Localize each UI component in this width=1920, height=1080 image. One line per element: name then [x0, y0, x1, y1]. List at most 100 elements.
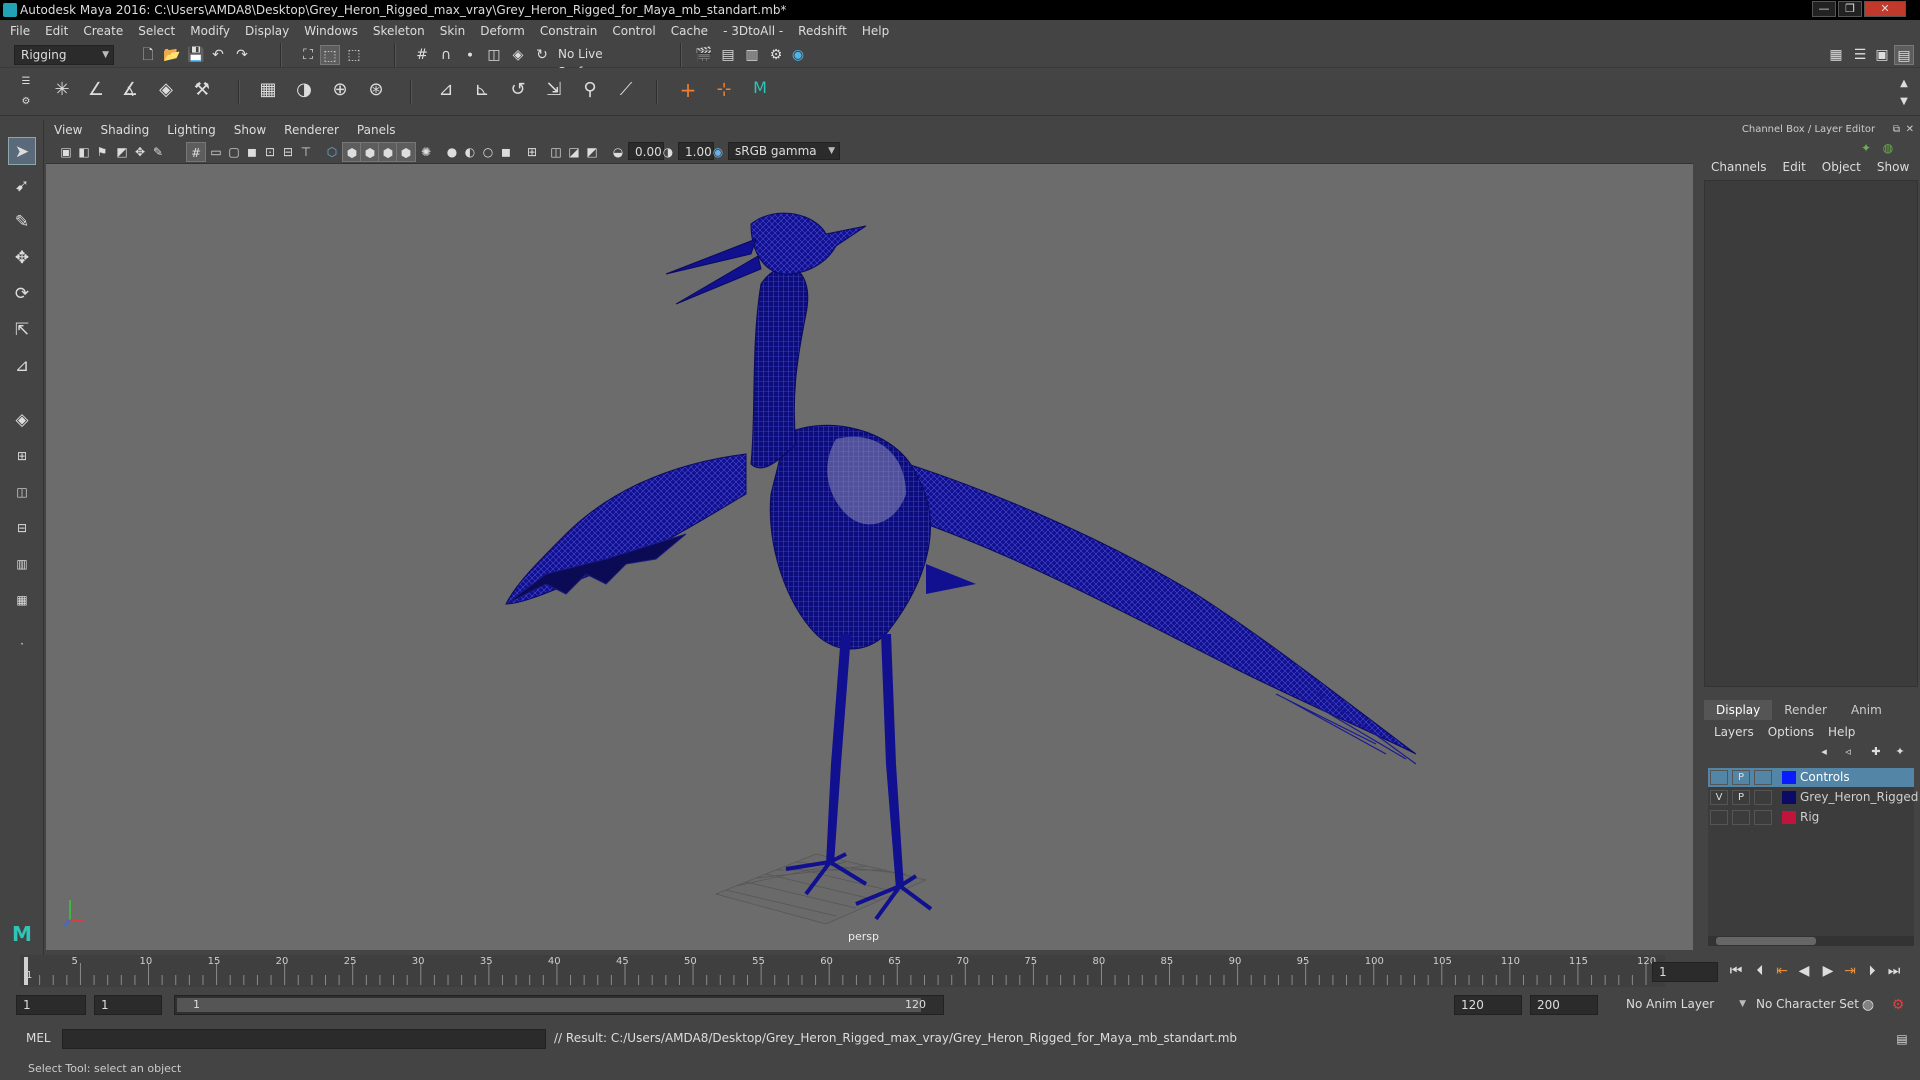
select-tool-icon[interactable]: ➤	[8, 137, 36, 165]
playback-start-field[interactable]: 1	[94, 995, 162, 1015]
anim-layer-dropdown[interactable]: No Anim Layer ▼	[1620, 995, 1750, 1015]
gamma-icon[interactable]: ◑	[658, 142, 678, 162]
color-management-icon[interactable]: ◉	[708, 142, 728, 162]
viewport-menu-shading[interactable]: Shading	[100, 123, 149, 137]
orient-constraint-icon[interactable]: ↺	[508, 80, 528, 100]
shelf-menu-icon[interactable]: ☰	[16, 72, 36, 92]
bind-skin-icon[interactable]: ◈	[156, 80, 176, 100]
two-d-pan-icon[interactable]: ✥	[130, 142, 150, 162]
select-hierarchy-icon[interactable]: ⛶	[298, 45, 318, 65]
play-forwards-icon[interactable]: ▶	[1818, 961, 1838, 981]
menu-3dtoall[interactable]: - 3DtoAll -	[723, 24, 783, 38]
layout-hypershade-icon[interactable]: ▦	[8, 586, 36, 614]
snap-curve-icon[interactable]: ∩	[436, 45, 456, 65]
live-surface-field[interactable]: No Live Surface	[552, 45, 644, 79]
script-editor-icon[interactable]: ▤	[1892, 1029, 1912, 1049]
parent-constraint-icon[interactable]: ⚲	[580, 80, 600, 100]
float-panel-icon[interactable]: ⧉	[1893, 120, 1900, 140]
wireframe-icon[interactable]: ⬡	[322, 142, 342, 162]
layer-playback-toggle[interactable]: P	[1732, 770, 1750, 785]
menu-windows[interactable]: Windows	[304, 24, 358, 38]
bookmark-icon[interactable]: ⚑	[92, 142, 112, 162]
options-menu[interactable]: Options	[1768, 722, 1814, 742]
menu-select[interactable]: Select	[138, 24, 175, 38]
last-tool-icon[interactable]: ⊿	[8, 352, 36, 380]
textured-icon[interactable]: ⬢	[378, 142, 398, 162]
viewport-menu-show[interactable]: Show	[234, 123, 266, 137]
ik-spline-icon[interactable]: ∡	[120, 80, 140, 100]
tab-render[interactable]: Render	[1772, 700, 1839, 720]
joint-tool-icon[interactable]: ✳	[52, 80, 72, 100]
move-layer-down-icon[interactable]: ◃	[1838, 742, 1858, 762]
layer-playback-toggle[interactable]	[1732, 810, 1750, 825]
menu-file[interactable]: File	[10, 24, 30, 38]
locator-icon[interactable]: +	[678, 80, 698, 100]
new-scene-icon[interactable]: 🗋	[138, 45, 158, 65]
render-view-icon[interactable]: 🎬	[694, 45, 714, 65]
safe-action-icon[interactable]: ⊟	[278, 142, 298, 162]
play-backwards-icon[interactable]: ◀	[1794, 961, 1814, 981]
step-forward-key-icon[interactable]: ⇥	[1840, 961, 1860, 981]
layer-color-swatch[interactable]	[1782, 771, 1796, 784]
layer-name[interactable]: Grey_Heron_Rigged	[1800, 788, 1918, 807]
xray-components-icon[interactable]: ◩	[582, 142, 602, 162]
wireframe-on-shaded-icon[interactable]: ⬢	[360, 142, 380, 162]
lasso-tool-icon[interactable]: ➹	[8, 172, 36, 200]
camera-select-icon[interactable]: ▣	[56, 142, 76, 162]
new-layer-selected-icon[interactable]: ✦	[1890, 742, 1910, 762]
new-layer-icon[interactable]: ✚	[1866, 742, 1886, 762]
help-menu[interactable]: Help	[1828, 722, 1855, 742]
image-plane-icon[interactable]: ◩	[112, 142, 132, 162]
ipr-render-icon[interactable]: ▥	[742, 45, 762, 65]
undo-icon[interactable]: ↶	[208, 45, 228, 65]
render-frame-icon[interactable]: ▤	[718, 45, 738, 65]
animation-prefs-icon[interactable]: ⚙	[1888, 995, 1908, 1015]
color-space-dropdown[interactable]: sRGB gamma ▼	[728, 142, 840, 160]
layer-row-controls[interactable]: P Controls	[1708, 768, 1914, 787]
menu-help[interactable]: Help	[862, 24, 889, 38]
pole-vector-icon[interactable]: ⟋	[616, 80, 636, 100]
menu-redshift[interactable]: Redshift	[798, 24, 847, 38]
layer-display-type-toggle[interactable]	[1754, 790, 1772, 805]
modeling-toolkit-icon[interactable]: ▦	[1826, 45, 1846, 65]
snap-grid-icon[interactable]: #	[412, 45, 432, 65]
menu-constrain[interactable]: Constrain	[540, 24, 598, 38]
camera-attributes-icon[interactable]: ◧	[74, 142, 94, 162]
tab-display[interactable]: Display	[1704, 700, 1773, 720]
menu-deform[interactable]: Deform	[480, 24, 525, 38]
move-tool-icon[interactable]: ✥	[8, 244, 36, 272]
menu-skeleton[interactable]: Skeleton	[373, 24, 425, 38]
exposure-icon[interactable]: ◒	[608, 142, 628, 162]
end-time-field[interactable]: 200	[1530, 995, 1598, 1015]
ambient-occlusion-icon[interactable]: ●	[442, 142, 462, 162]
layer-row-rig[interactable]: Rig	[1708, 808, 1914, 827]
menu-create[interactable]: Create	[83, 24, 123, 38]
toolbox-more-icon[interactable]: ·	[8, 630, 36, 658]
select-object-icon[interactable]: ⬚	[320, 45, 340, 65]
layout-persp-graph-icon[interactable]: ▥	[8, 550, 36, 578]
isolate-select-icon[interactable]: ⊞	[522, 142, 542, 162]
start-time-field[interactable]: 1	[16, 995, 86, 1015]
shelf-scroll-down-icon[interactable]: ▼	[1894, 92, 1914, 112]
layer-name[interactable]: Controls	[1800, 768, 1850, 787]
heron-wireframe-model[interactable]	[46, 164, 1693, 950]
select-component-icon[interactable]: ⬚	[344, 45, 364, 65]
go-to-start-icon[interactable]: ⏮	[1726, 961, 1746, 981]
close-panel-icon[interactable]: ✕	[1906, 120, 1914, 140]
xray-joints-icon[interactable]: ◪	[564, 142, 584, 162]
depth-of-field-icon[interactable]: ◼	[496, 142, 516, 162]
shelf-settings-icon[interactable]: ⚙	[16, 92, 36, 112]
layer-color-swatch[interactable]	[1782, 791, 1796, 804]
soft-select-icon[interactable]: ◈	[8, 406, 36, 434]
grease-pencil-icon[interactable]: ✎	[148, 142, 168, 162]
channel-box-icon[interactable]: ✦	[1856, 138, 1876, 158]
channel-box-toggle-icon[interactable]: ▤	[1894, 45, 1914, 65]
time-slider[interactable]: 5 10 15 20 25 30 35 40 45 50 55 60 65 70 75 80 85 90 95 100…	[20, 955, 1665, 987]
grid-toggle-icon[interactable]: #	[186, 142, 206, 162]
field-chart-icon[interactable]: ⊡	[260, 142, 280, 162]
menu-modify[interactable]: Modify	[190, 24, 230, 38]
channels-menu[interactable]: Channels	[1711, 160, 1767, 180]
gate-mask-icon[interactable]: ◼	[242, 142, 262, 162]
motion-blur-icon[interactable]: ◐	[460, 142, 480, 162]
viewport-menu-panels[interactable]: Panels	[357, 123, 396, 137]
